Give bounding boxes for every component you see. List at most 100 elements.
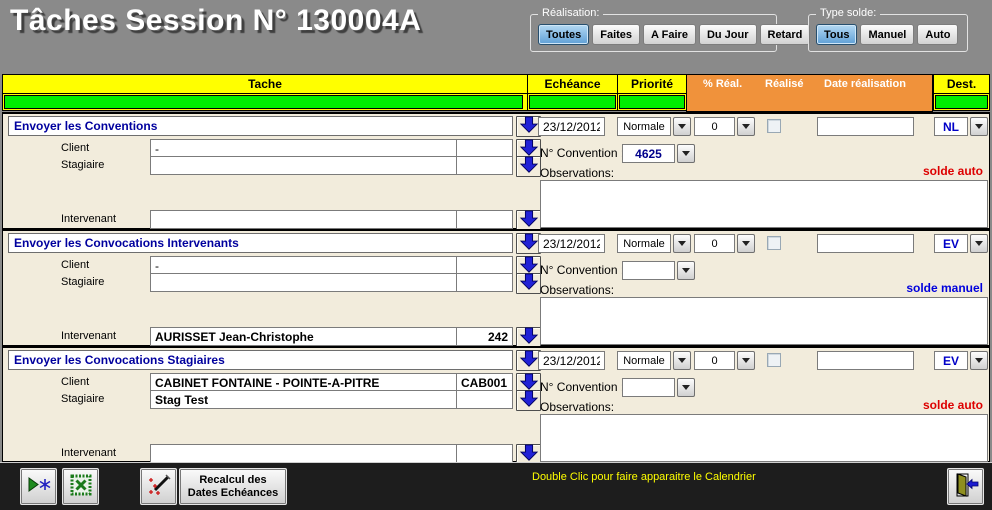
solde-type-badge: solde auto: [923, 398, 983, 412]
stagiaire-code-input[interactable]: [456, 273, 513, 292]
filter-faites-button[interactable]: Faites: [592, 24, 640, 45]
priorite-dropdown-button[interactable]: [673, 351, 691, 370]
stagiaire-lookup-button[interactable]: [516, 390, 541, 411]
intervenant-lookup-button[interactable]: [516, 327, 541, 348]
blue-down-arrow-icon: [518, 233, 540, 254]
dest-value[interactable]: EV: [934, 234, 968, 253]
echeance-filter-input[interactable]: [529, 95, 616, 109]
convention-dropdown-button[interactable]: [677, 378, 695, 397]
observations-textarea[interactable]: [540, 414, 988, 462]
convention-combo: [622, 261, 695, 280]
pct-dropdown-button[interactable]: [737, 234, 755, 253]
echeance-date-input[interactable]: [538, 117, 605, 136]
realise-checkbox[interactable]: [767, 353, 781, 367]
solde-manuel-button[interactable]: Manuel: [860, 24, 914, 45]
stagiaire-input[interactable]: [150, 273, 457, 292]
column-header-realise: Réalisé: [765, 78, 804, 90]
pct-dropdown-button[interactable]: [737, 117, 755, 136]
dropdown-triangle-icon: [975, 241, 983, 250]
pct-real-value[interactable]: 0: [694, 351, 735, 370]
dest-filter-input[interactable]: [935, 95, 988, 109]
stagiaire-label: Stagiaire: [61, 393, 104, 405]
convention-value[interactable]: [622, 378, 675, 397]
priorite-value[interactable]: Normale: [617, 117, 671, 136]
export-excel-button[interactable]: [62, 468, 99, 505]
blue-down-arrow-icon: [518, 210, 540, 231]
dest-dropdown-button[interactable]: [970, 117, 988, 136]
pct-dropdown-button[interactable]: [737, 351, 755, 370]
client-label: Client: [61, 376, 89, 388]
intervenant-code-input[interactable]: [456, 327, 513, 346]
intervenant-input[interactable]: [150, 210, 457, 229]
play-star-icon: [26, 473, 52, 500]
solde-auto-button[interactable]: Auto: [917, 24, 958, 45]
date-realisation-input[interactable]: [817, 117, 914, 136]
realise-checkbox[interactable]: [767, 236, 781, 250]
recalcul-dates-button[interactable]: Recalcul des Dates Echéances: [179, 468, 287, 505]
intervenant-code-input[interactable]: [456, 210, 513, 229]
dest-combo: NL: [934, 117, 988, 136]
dropdown-triangle-icon: [682, 385, 690, 394]
dest-combo: EV: [934, 351, 988, 370]
stagiaire-input[interactable]: [150, 156, 457, 175]
priorite-filter-input[interactable]: [619, 95, 685, 109]
exit-door-icon: [953, 471, 979, 502]
type-solde-group-label: Type solde:: [816, 7, 880, 19]
observations-textarea[interactable]: [540, 180, 988, 228]
observations-label: Observations:: [540, 166, 614, 180]
priorite-value[interactable]: Normale: [617, 351, 671, 370]
stagiaire-lookup-button[interactable]: [516, 273, 541, 294]
tache-filter-input[interactable]: [4, 95, 523, 109]
priorite-value[interactable]: Normale: [617, 234, 671, 253]
stagiaire-lookup-button[interactable]: [516, 156, 541, 177]
task-title[interactable]: Envoyer les Convocations Stagiaires: [8, 350, 513, 370]
dest-value[interactable]: EV: [934, 351, 968, 370]
convention-dropdown-button[interactable]: [677, 261, 695, 280]
solde-tous-button[interactable]: Tous: [816, 24, 857, 45]
date-realisation-input[interactable]: [817, 351, 914, 370]
echeance-date-input[interactable]: [538, 351, 605, 370]
pct-real-combo: 0: [694, 351, 755, 370]
stagiaire-code-input[interactable]: [456, 156, 513, 175]
pct-real-combo: 0: [694, 234, 755, 253]
dest-dropdown-button[interactable]: [970, 234, 988, 253]
pct-real-value[interactable]: 0: [694, 117, 735, 136]
exit-button[interactable]: [947, 468, 984, 505]
intervenant-input[interactable]: [150, 327, 457, 346]
filter-du-jour-button[interactable]: Du Jour: [699, 24, 757, 45]
dropdown-triangle-icon: [975, 358, 983, 367]
column-header-dest: Dest.: [933, 74, 990, 94]
intervenant-lookup-button[interactable]: [516, 210, 541, 231]
convention-value[interactable]: [622, 261, 675, 280]
filter-a-faire-button[interactable]: A Faire: [643, 24, 696, 45]
realise-checkbox[interactable]: [767, 119, 781, 133]
priorite-dropdown-button[interactable]: [673, 234, 691, 253]
observations-textarea[interactable]: [540, 297, 988, 345]
convention-value[interactable]: 4625: [622, 144, 675, 163]
echeance-date-input[interactable]: [538, 234, 605, 253]
task-row: Envoyer les Conventions Client Stagiaire…: [2, 112, 990, 229]
task-row: Envoyer les Convocations Intervenants Cl…: [2, 229, 990, 346]
convention-label: N° Convention :: [540, 263, 624, 277]
run-task-button[interactable]: [20, 468, 57, 505]
magic-wand-button[interactable]: [140, 468, 177, 505]
filter-retard-button[interactable]: Retard: [760, 24, 811, 45]
task-title[interactable]: Envoyer les Conventions: [8, 116, 513, 136]
blue-down-arrow-icon: [518, 350, 540, 371]
stagiaire-input[interactable]: [150, 390, 457, 409]
dest-dropdown-button[interactable]: [970, 351, 988, 370]
top-bar: Tâches Session N° 130004A Réalisation: T…: [0, 0, 992, 70]
calendar-hint-text: Double Clic pour faire apparaitre le Cal…: [532, 471, 756, 483]
dest-value[interactable]: NL: [934, 117, 968, 136]
filter-toutes-button[interactable]: Toutes: [538, 24, 589, 45]
recalcul-line1: Recalcul des: [180, 474, 286, 487]
priorite-dropdown-button[interactable]: [673, 117, 691, 136]
task-title[interactable]: Envoyer les Convocations Intervenants: [8, 233, 513, 253]
pct-real-value[interactable]: 0: [694, 234, 735, 253]
date-realisation-input[interactable]: [817, 234, 914, 253]
intervenant-code-input[interactable]: [456, 444, 513, 463]
convention-dropdown-button[interactable]: [677, 144, 695, 163]
stagiaire-code-input[interactable]: [456, 390, 513, 409]
intervenant-input[interactable]: [150, 444, 457, 463]
intervenant-label: Intervenant: [61, 330, 116, 342]
